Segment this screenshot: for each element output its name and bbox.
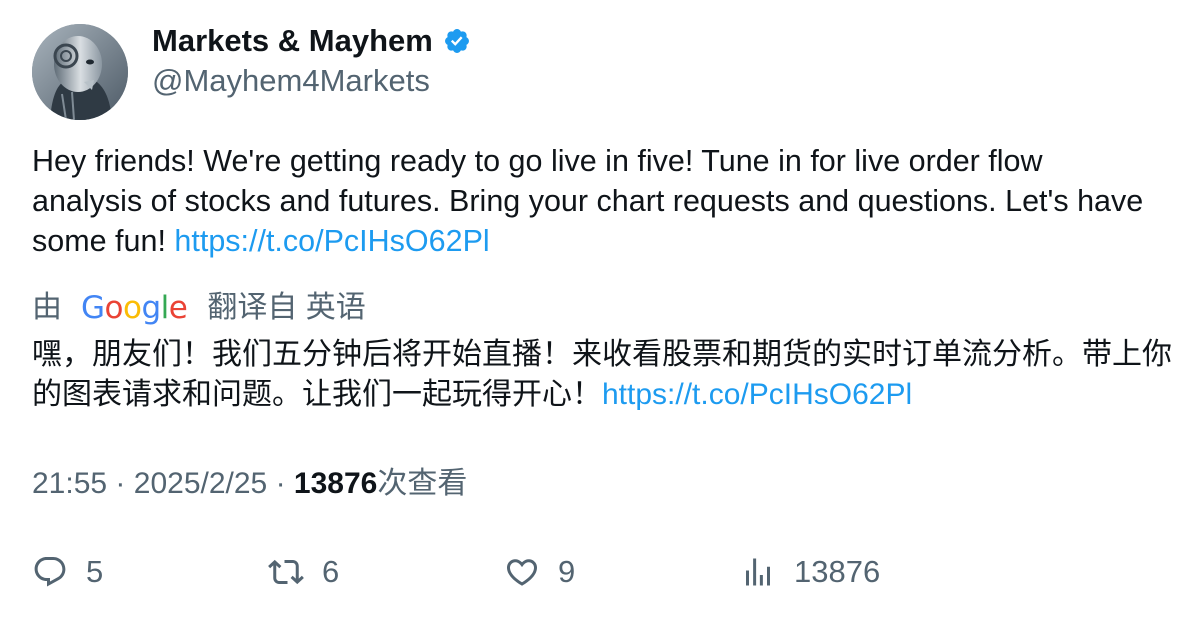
tweet-link[interactable]: https://t.co/PcIHsO62Pl: [174, 224, 489, 258]
translated-text: 嘿，朋友们！我们五分钟后将开始直播！来收看股票和期货的实时订单流分析。带上你的图…: [32, 335, 1182, 415]
tweet-time[interactable]: 21:55: [32, 467, 107, 500]
like-count: 9: [558, 554, 576, 589]
retweet-icon: [268, 554, 304, 590]
analytics-icon: [740, 554, 776, 590]
translated-link[interactable]: https://t.co/PcIHsO62Pl: [602, 378, 912, 411]
verified-badge-icon[interactable]: [443, 27, 471, 55]
retweet-button[interactable]: 6: [268, 552, 339, 592]
google-logo: Google: [81, 290, 188, 326]
views-label: 次查看: [377, 466, 468, 501]
author-name[interactable]: Markets & Mayhem: [152, 22, 471, 60]
meta-separator: ·: [275, 467, 286, 500]
views-button[interactable]: 13876: [740, 552, 880, 592]
tweet-date[interactable]: 2025/2/25: [134, 467, 267, 500]
retweet-count: 6: [322, 554, 340, 589]
like-button[interactable]: 9: [504, 552, 575, 592]
reply-count: 5: [86, 554, 104, 589]
tweet-meta: 21:55 · 2025/2/25 · 13876次查看: [32, 464, 467, 504]
avatar[interactable]: [32, 24, 128, 120]
translated-by-label: 由: [32, 291, 62, 324]
tweet-text: Hey friends! We're getting ready to go l…: [32, 141, 1152, 261]
views-action-count: 13876: [794, 554, 881, 589]
reply-button[interactable]: 5: [32, 552, 103, 592]
author-handle[interactable]: @Mayhem4Markets: [152, 62, 430, 100]
heart-icon: [504, 554, 540, 590]
views-count: 13876: [293, 467, 378, 500]
translation-attribution: 由 Google 翻译自 英语: [32, 288, 366, 328]
meta-separator: ·: [115, 467, 126, 500]
reply-icon: [32, 554, 68, 590]
author-name-text[interactable]: Markets & Mayhem: [152, 22, 433, 60]
translated-from-label: 翻译自 英语: [207, 291, 366, 324]
